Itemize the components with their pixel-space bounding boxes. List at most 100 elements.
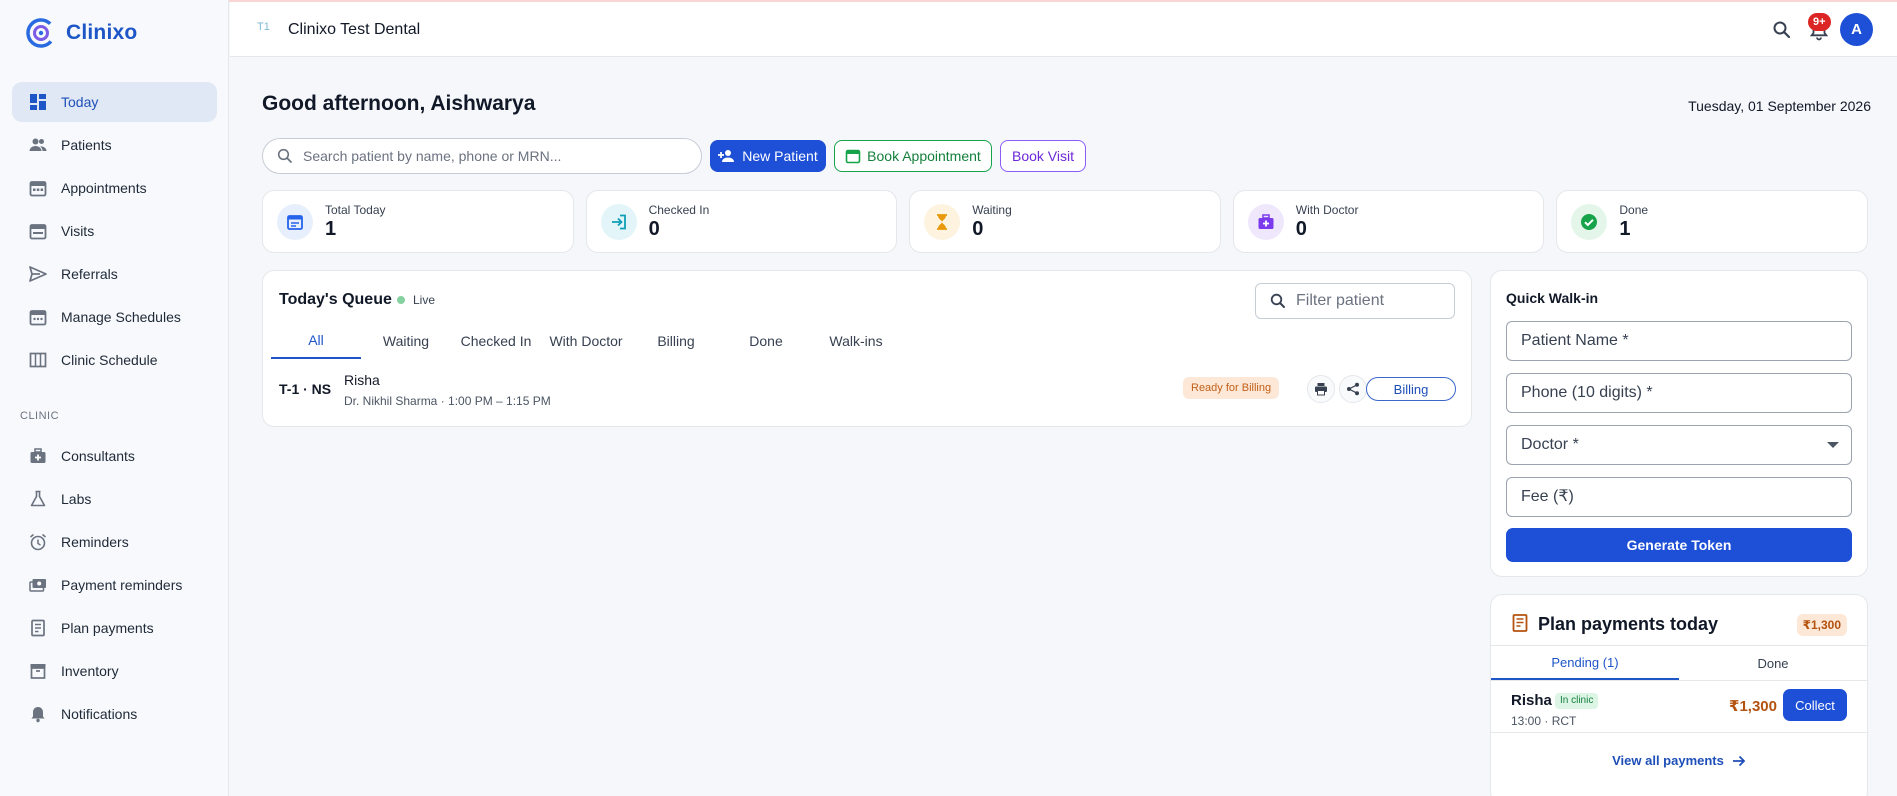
- stat-icon-ring: [1247, 203, 1284, 240]
- filter-patient-input[interactable]: [1296, 292, 1446, 310]
- arrow-right-icon: [1732, 755, 1746, 766]
- tab-checked-in[interactable]: Checked In: [451, 323, 541, 359]
- tab-pending[interactable]: Pending (1): [1491, 646, 1679, 680]
- calendar-edit-icon: [29, 308, 47, 326]
- payment-detail: 13:00 · RCT: [1511, 714, 1577, 728]
- quick-walkin-card: Quick Walk-in Doctor * Generate Token: [1490, 270, 1868, 577]
- sidebar: Clinixo Today Patients Appointments Visi…: [0, 0, 229, 796]
- sidebar-item-plan-payments[interactable]: Plan payments: [12, 608, 217, 648]
- queue-tabs: All Waiting Checked In With Doctor Billi…: [271, 323, 901, 359]
- tab-all[interactable]: All: [271, 323, 361, 359]
- avatar[interactable]: A: [1840, 13, 1873, 46]
- queue-row[interactable]: T-1 · NS Risha Dr. Nikhil Sharma · 1:00 …: [263, 367, 1471, 415]
- sidebar-item-referrals[interactable]: Referrals: [12, 254, 217, 294]
- share-button[interactable]: [1339, 375, 1367, 403]
- sidebar-item-label: Inventory: [61, 663, 119, 679]
- sidebar-item-consultants[interactable]: Consultants: [12, 436, 217, 476]
- stat-icon-ring: [277, 203, 313, 240]
- live-indicator-icon: [397, 296, 405, 304]
- sidebar-item-appointments[interactable]: Appointments: [12, 168, 217, 208]
- plan-payments-title: Plan payments today: [1538, 614, 1719, 634]
- calendar-icon: [287, 214, 303, 230]
- hourglass-icon: [937, 213, 948, 230]
- sidebar-item-label: Manage Schedules: [61, 309, 181, 325]
- tab-billing[interactable]: Billing: [631, 323, 721, 359]
- doctor-select[interactable]: Doctor *: [1506, 425, 1852, 465]
- tab-waiting[interactable]: Waiting: [361, 323, 451, 359]
- live-label: Live: [413, 293, 436, 307]
- payment-amount: ₹1,300: [1729, 698, 1777, 715]
- sidebar-item-visits[interactable]: Visits: [12, 211, 217, 251]
- stat-icon-ring: [600, 203, 637, 240]
- stats-row: Total Today 1 Checked In 0 Waiting 0 With D…: [262, 190, 1868, 253]
- notification-badge: 9+: [1808, 13, 1831, 31]
- sidebar-item-today[interactable]: Today: [12, 82, 217, 122]
- sidebar-item-inventory[interactable]: Inventory: [12, 651, 217, 691]
- sidebar-item-label: Payment reminders: [61, 577, 183, 593]
- plan-payments-tabs: Pending (1) Done: [1491, 645, 1867, 681]
- clinic-name: Clinixo Test Dental: [288, 21, 421, 38]
- patient-name-field[interactable]: [1506, 321, 1852, 361]
- patient-search-input[interactable]: [303, 148, 683, 164]
- book-appointment-button[interactable]: Book Appointment: [834, 140, 992, 172]
- view-all-payments-link[interactable]: View all payments: [1491, 753, 1867, 768]
- people-icon: [29, 136, 47, 154]
- page-greeting: Good afternoon, Aishwarya: [262, 92, 536, 115]
- sidebar-item-patients[interactable]: Patients: [12, 125, 217, 165]
- stat-value: 1: [1619, 217, 1631, 240]
- flask-icon: [29, 490, 47, 508]
- nav-section-label: CLINIC: [20, 410, 60, 422]
- medical-bag-icon: [1258, 213, 1274, 229]
- print-button[interactable]: [1307, 375, 1335, 403]
- billing-button[interactable]: Billing: [1366, 377, 1456, 401]
- chevron-down-icon: [1827, 442, 1839, 448]
- share-icon: [1347, 382, 1359, 396]
- sidebar-item-label: Plan payments: [61, 620, 154, 636]
- book-visit-button[interactable]: Book Visit: [1000, 140, 1086, 172]
- fee-field[interactable]: [1506, 477, 1852, 517]
- current-date: Tuesday, 01 September 2026: [1688, 98, 1871, 114]
- queue-title: Today's Queue: [279, 291, 392, 308]
- brand[interactable]: Clinixo: [26, 18, 137, 48]
- book-appointment-label: Book Appointment: [867, 148, 981, 164]
- queue-appointment-detail: Dr. Nikhil Sharma · 1:00 PM – 1:15 PM: [344, 394, 551, 408]
- sidebar-item-reminders[interactable]: Reminders: [12, 522, 217, 562]
- collect-button[interactable]: Collect: [1783, 689, 1847, 721]
- phone-input[interactable]: [1521, 384, 1821, 402]
- receipt-icon: [1512, 614, 1528, 632]
- print-icon: [1315, 383, 1327, 396]
- payments-icon: [29, 576, 47, 594]
- tab-with-doctor[interactable]: With Doctor: [541, 323, 631, 359]
- view-all-label: View all payments: [1612, 753, 1724, 768]
- stat-checked-in: Checked In 0: [585, 190, 898, 253]
- stat-value: 0: [1295, 217, 1307, 240]
- stat-label: Checked In: [648, 202, 710, 217]
- phone-field[interactable]: [1506, 373, 1852, 413]
- doctor-select-label: Doctor *: [1521, 436, 1579, 453]
- sidebar-item-manage-schedules[interactable]: Manage Schedules: [12, 297, 217, 337]
- sidebar-item-labs[interactable]: Labs: [12, 479, 217, 519]
- new-patient-button[interactable]: New Patient: [710, 140, 826, 172]
- filter-patient[interactable]: [1255, 283, 1455, 319]
- clinic-nav: CLINIC Consultants Labs Reminders Paymen…: [12, 394, 217, 737]
- search-icon[interactable]: [1771, 19, 1793, 41]
- brand-name: Clinixo: [66, 21, 138, 44]
- queue-token: T-1 · NS: [279, 381, 332, 397]
- sidebar-item-payment-reminders[interactable]: Payment reminders: [12, 565, 217, 605]
- stat-waiting: Waiting 0: [909, 190, 1221, 253]
- patient-search[interactable]: [262, 138, 702, 174]
- tab-done[interactable]: Done: [721, 323, 811, 359]
- tab-walk-ins[interactable]: Walk-ins: [811, 323, 901, 359]
- archive-icon: [29, 662, 47, 680]
- tab-done[interactable]: Done: [1679, 646, 1867, 680]
- stat-with-doctor: With Doctor 0: [1232, 190, 1545, 253]
- stat-icon-ring: [924, 203, 961, 240]
- fee-input[interactable]: [1521, 488, 1821, 506]
- in-clinic-badge: In clinic: [1555, 693, 1599, 709]
- sidebar-item-clinic-schedule[interactable]: Clinic Schedule: [12, 340, 217, 380]
- sidebar-item-label: Labs: [61, 491, 92, 507]
- patient-name-input[interactable]: [1521, 332, 1821, 350]
- generate-token-button[interactable]: Generate Token: [1506, 528, 1852, 562]
- sidebar-item-notifications[interactable]: Notifications: [12, 694, 217, 734]
- stat-total-today: Total Today 1: [262, 190, 574, 253]
